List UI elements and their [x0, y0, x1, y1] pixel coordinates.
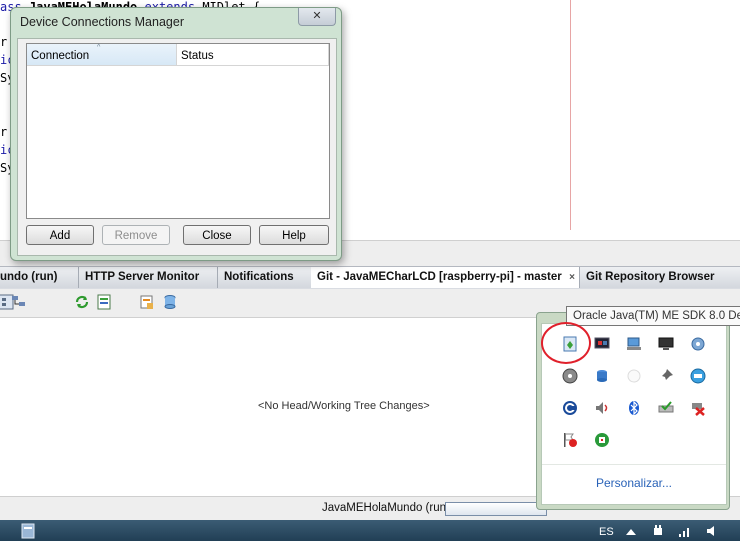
running-project-label[interactable]: JavaMEHolaMundo (run) [322, 502, 450, 514]
code-line: r [0, 35, 8, 49]
commit-icon[interactable] [139, 294, 155, 310]
right-margin-line [570, 0, 571, 230]
taskbar-app-icon[interactable] [20, 523, 36, 539]
globe-icon[interactable] [690, 368, 706, 384]
tab-http-server-monitor[interactable]: HTTP Server Monitor [79, 267, 218, 288]
tab-git-javamecharlcd[interactable]: Git - JavaMECharLCD [raspberry-pi] - mas… [311, 267, 580, 288]
connections-table[interactable]: Connection ^ Status [26, 43, 330, 219]
bluetooth-icon[interactable] [626, 400, 642, 416]
tab-git-repository-browser[interactable]: Git Repository Browser [580, 267, 740, 288]
green-app-icon[interactable] [594, 432, 610, 448]
monitor-icon[interactable] [594, 336, 610, 352]
progress-bar [445, 502, 547, 516]
display-icon[interactable] [658, 336, 674, 352]
network-icon[interactable] [626, 336, 642, 352]
dialog-title: Device Connections Manager [20, 15, 184, 29]
blank-icon[interactable] [626, 368, 642, 384]
add-button[interactable]: Add [26, 225, 94, 245]
help-button[interactable]: Help [259, 225, 329, 245]
remove-button[interactable]: Remove [102, 225, 170, 245]
highlight-circle [541, 322, 591, 364]
c-icon[interactable] [562, 400, 578, 416]
speaker-icon[interactable] [594, 400, 610, 416]
column-header-connection[interactable]: Connection [27, 44, 177, 66]
device-connections-dialog: Device Connections Manager ✕ Connection … [10, 7, 342, 261]
database-icon[interactable] [594, 368, 610, 384]
diff-icon[interactable] [96, 294, 112, 310]
input-language[interactable]: ES [599, 526, 614, 538]
column-header-status[interactable]: Status [177, 44, 329, 66]
windows-taskbar: ES [0, 520, 740, 541]
sort-ascending-icon: ^ [97, 44, 101, 51]
tray-tooltip: Oracle Java(TM) ME SDK 8.0 Dev [566, 306, 740, 326]
tab-notifications[interactable]: Notifications [218, 267, 317, 288]
close-icon[interactable]: ✕ [298, 8, 336, 26]
tab-close-icon[interactable]: × [569, 267, 575, 288]
volume-icon[interactable] [705, 524, 719, 538]
tray-divider [542, 464, 726, 465]
remove-device-icon[interactable] [690, 400, 706, 416]
code-line: r [0, 125, 8, 139]
output-tab-bar: undo (run) HTTP Server Monitor Notificat… [0, 266, 740, 290]
refresh-icon[interactable] [74, 294, 90, 310]
chevron-up-icon[interactable] [625, 527, 637, 537]
flag-error-icon[interactable] [562, 432, 578, 448]
signal-icon[interactable] [678, 524, 692, 538]
tools-icon[interactable] [690, 336, 706, 352]
dialog-body: Connection ^ Status Add Remove Close Hel… [17, 38, 337, 256]
tab-run[interactable]: undo (run) [0, 267, 79, 288]
check-drive-icon[interactable] [658, 400, 674, 416]
customize-link[interactable]: Personalizar... [542, 476, 726, 490]
empty-changes-message: <No Head/Working Tree Changes> [258, 400, 430, 412]
close-button[interactable]: Close [183, 225, 251, 245]
power-plug-icon[interactable] [651, 524, 665, 538]
database-icon[interactable] [162, 294, 178, 310]
disc-icon[interactable] [562, 368, 578, 384]
flat-view-icon[interactable] [11, 294, 27, 310]
pin-icon[interactable] [658, 368, 674, 384]
